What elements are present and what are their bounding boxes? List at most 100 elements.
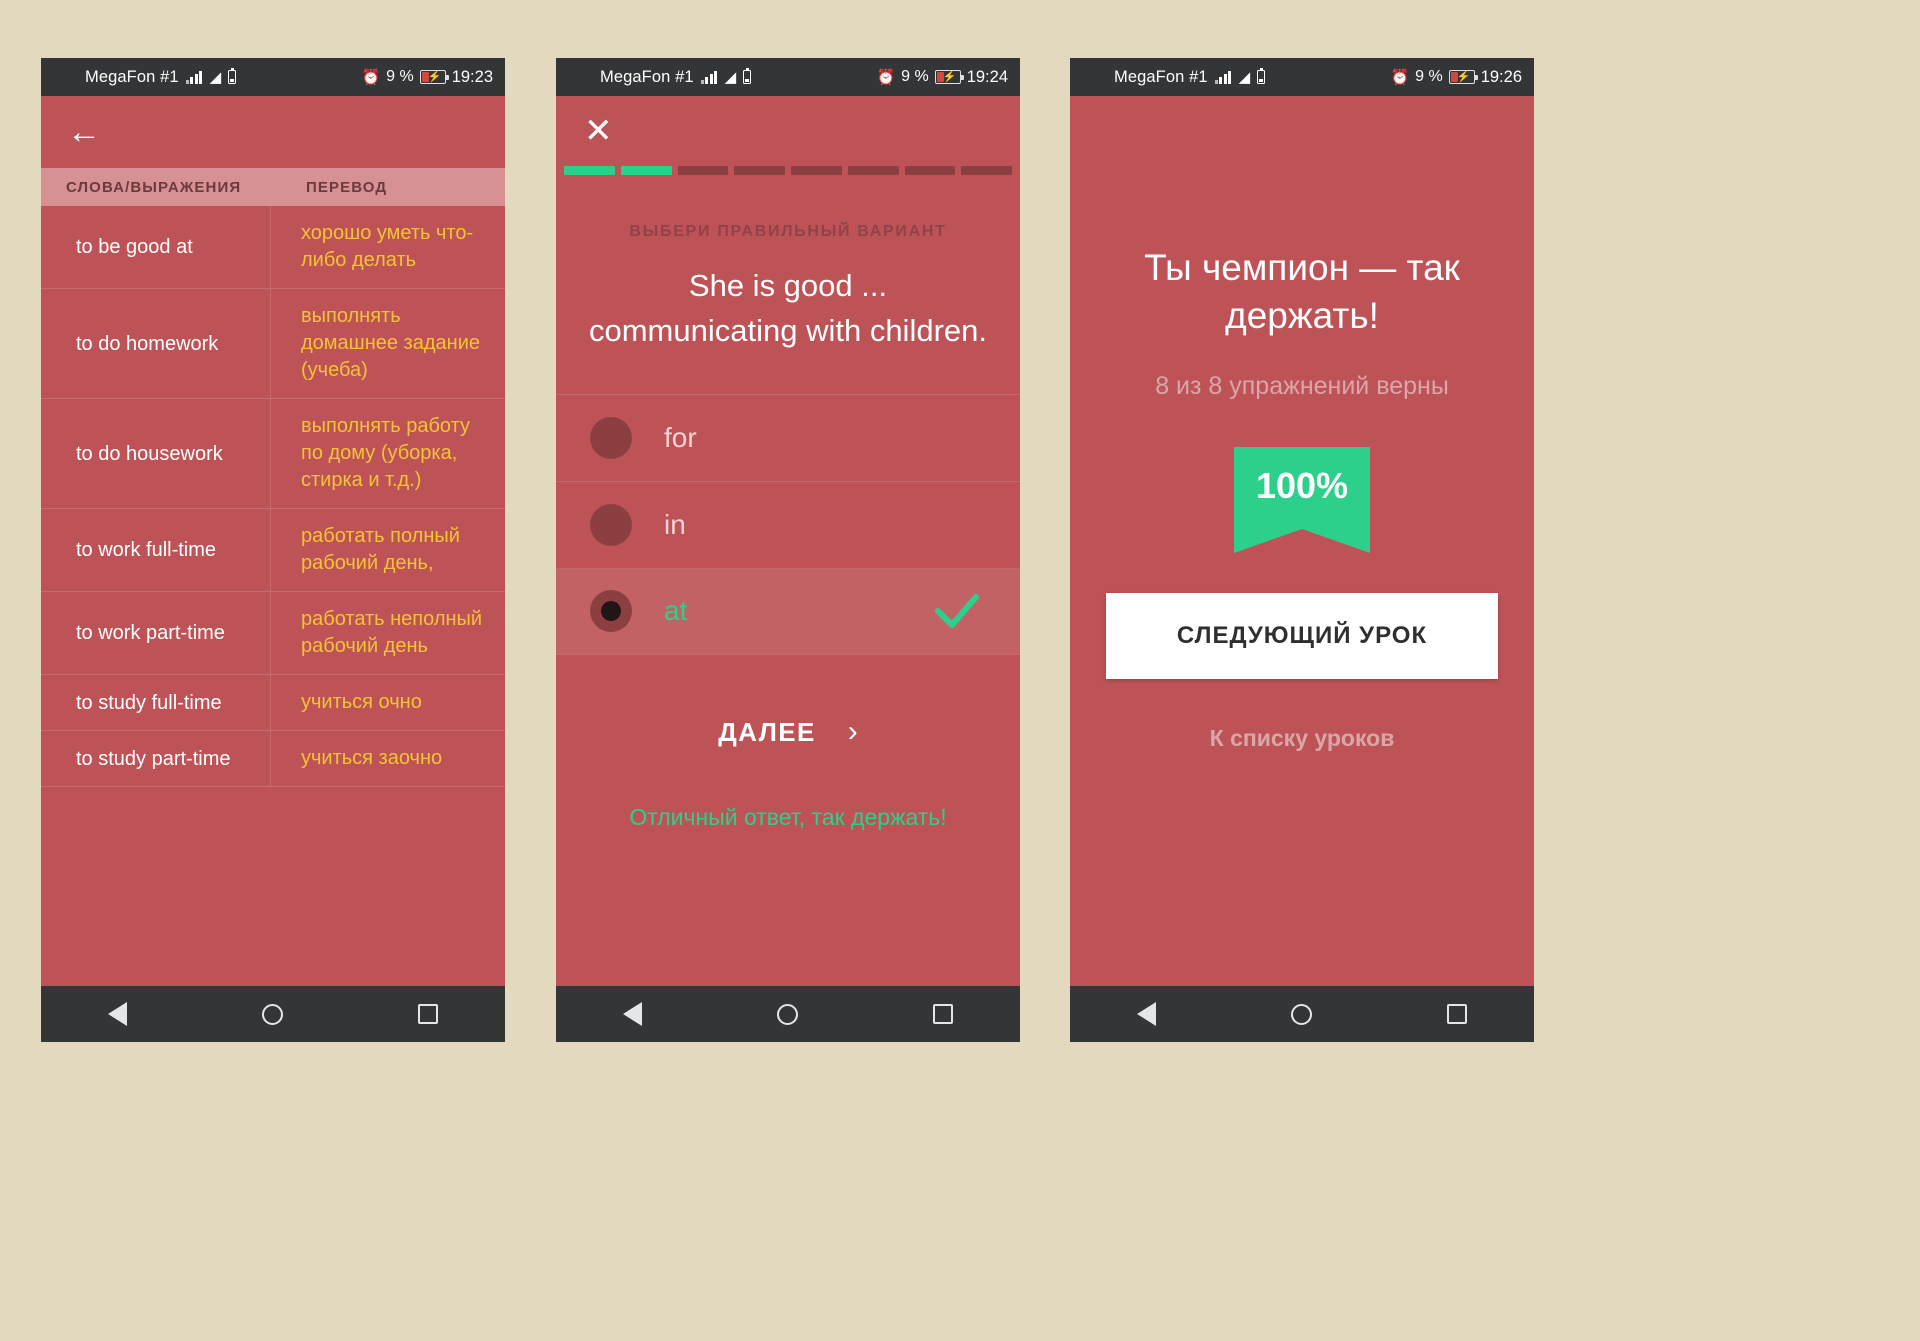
app-bar: ← [41,96,505,168]
radio-button-icon[interactable] [590,503,632,546]
translation-cell: работать полный рабочий день, [301,525,460,574]
status-bar: MegaFon #1 ◢ ⏰ 9 % ⚡ 19:26 [1070,58,1534,96]
alarm-icon: ⏰ [1390,68,1410,86]
table-row[interactable]: to work part-time работать неполный рабо… [41,592,505,675]
translation-cell: выполнять работу по дому (уборка, стирка… [301,415,470,491]
table-row[interactable]: to study part-time учиться заочно [41,731,505,787]
quiz-instruction: ВЫБЕРИ ПРАВИЛЬНЫЙ ВАРИАНТ [629,223,947,240]
radio-button-icon[interactable] [590,416,632,459]
wifi-icon: ◢ [1238,68,1251,86]
option-label: at [664,595,688,626]
status-bar: MegaFon #1 ◢ ⏰ 9 % ⚡ 19:23 [41,58,505,96]
status-bar-right: ⏰ 9 % ⚡ 19:26 [1390,68,1522,87]
option-label: for [664,421,697,453]
status-bar-right: ⏰ 9 % ⚡ 19:23 [361,68,493,87]
battery-icon [743,68,752,84]
status-bar: MegaFon #1 ◢ ⏰ 9 % ⚡ 19:24 [556,58,1020,96]
progress-segment [677,166,729,175]
table-row[interactable]: to do housework выполнять работу по дому… [41,399,505,509]
battery-charging-icon: ⚡ [934,70,964,84]
next-button-label: ДАЛЕЕ [718,716,816,747]
alarm-icon: ⏰ [361,68,381,86]
quiz-question-text: She is good ... communicating with child… [588,268,987,349]
table-row[interactable]: to do homework выполнять домашнее задани… [41,289,505,399]
close-x-icon[interactable]: ✕ [584,114,613,148]
signal-icon [185,70,203,84]
column-header-words: СЛОВА/ВЫРАЖЕНИЯ [66,178,242,196]
wifi-icon: ◢ [209,68,222,86]
result-subtitle: 8 из 8 упражнений верны [1155,372,1449,401]
carrier-label: MegaFon #1 [1114,67,1208,86]
checkmark-icon [934,588,980,634]
progress-segment [847,166,899,175]
result-title: Ты чемпион — так держать! [1144,247,1460,337]
word-cell: to do homework [41,289,271,398]
result-content: Ты чемпион — так держать! 8 из 8 упражне… [1070,244,1534,752]
android-nav-bar [556,986,1020,1042]
progress-segment [734,166,785,175]
word-cell: to study part-time [41,731,271,786]
option-label: in [664,508,686,540]
translation-cell: работать неполный рабочий день [301,608,483,657]
word-table-body: to be good at хорошо уметь что-либо дела… [41,206,505,787]
home-circle-icon[interactable] [776,1003,798,1025]
translation-cell: учиться заочно [301,747,443,769]
radio-button-icon[interactable] [590,590,632,632]
quiz-options-list: for in at [556,393,1020,655]
word-cell: to work part-time [41,592,271,674]
recents-square-icon[interactable] [1446,1004,1467,1024]
progress-segment [791,166,842,175]
carrier-label: MegaFon #1 [85,67,179,86]
wifi-icon: ◢ [724,68,737,86]
progress-segment [620,166,672,175]
table-row[interactable]: to study full-time учиться очно [41,675,505,731]
recents-square-icon[interactable] [417,1004,438,1024]
lessons-list-link[interactable]: К списку уроков [1104,725,1500,752]
answer-feedback-text: Отличный ответ, так держать! [629,803,947,830]
signal-icon [700,70,718,84]
home-circle-icon[interactable] [1290,1003,1312,1025]
battery-percent-label: 9 % [1415,68,1443,85]
recents-square-icon[interactable] [932,1004,953,1024]
progress-segment [961,166,1012,175]
status-bar-left: MegaFon #1 ◢ [53,67,237,87]
battery-percent-label: 9 % [901,68,929,85]
carrier-label: MegaFon #1 [600,67,694,86]
phone-2-quiz: MegaFon #1 ◢ ⏰ 9 % ⚡ 19:24 ✕ ВЫБЕРИ ПРАВ… [556,58,1020,1042]
home-circle-icon[interactable] [261,1003,283,1025]
word-cell: to do housework [41,399,271,508]
quiz-progress-bar [556,166,1020,175]
phone-1-word-list: MegaFon #1 ◢ ⏰ 9 % ⚡ 19:23 ← СЛОВА/ВЫРАЖ… [41,58,505,1042]
phone-3-screen: Ты чемпион — так держать! 8 из 8 упражне… [1070,96,1534,986]
score-badge: 100% [1234,447,1370,554]
battery-icon [1257,68,1266,84]
back-triangle-icon[interactable] [1137,1002,1157,1026]
phone-3-result: MegaFon #1 ◢ ⏰ 9 % ⚡ 19:26 Ты чемпион — … [1070,58,1534,1042]
chevron-right-icon: › [847,715,858,748]
translation-cell: хорошо уметь что-либо делать [301,222,474,271]
quiz-option-for[interactable]: for [556,393,1020,481]
table-row[interactable]: to be good at хорошо уметь что-либо дела… [41,206,505,289]
back-triangle-icon[interactable] [623,1002,643,1026]
table-row[interactable]: to work full-time работать полный рабочи… [41,509,505,592]
signal-icon [1214,70,1232,84]
phone-1-screen: ← СЛОВА/ВЫРАЖЕНИЯ ПЕРЕВОД to be good at … [41,96,505,986]
quiz-app-bar: ✕ [556,96,1020,166]
battery-charging-icon: ⚡ [419,70,449,84]
next-lesson-button[interactable]: СЛЕДУЮЩИЙ УРОК [1106,593,1498,680]
quiz-option-in[interactable]: in [556,480,1020,568]
next-button[interactable]: ДАЛЕЕ › [556,717,1020,748]
clock-label: 19:24 [966,67,1008,86]
quiz-option-at[interactable]: at [556,567,1020,655]
table-header-row: СЛОВА/ВЫРАЖЕНИЯ ПЕРЕВОД [41,168,505,206]
screenshot-canvas: MegaFon #1 ◢ ⏰ 9 % ⚡ 19:23 ← СЛОВА/ВЫРАЖ… [0,0,1920,1341]
battery-percent-label: 9 % [386,68,414,85]
word-cell: to study full-time [41,675,271,730]
translation-cell: выполнять домашнее задание (учеба) [301,305,480,381]
score-badge-wrapper: 100% [1104,447,1500,554]
battery-charging-icon: ⚡ [1448,70,1478,84]
word-cell: to be good at [41,206,271,288]
word-cell: to work full-time [41,509,271,591]
back-triangle-icon[interactable] [108,1002,128,1026]
back-arrow-icon[interactable]: ← [67,115,101,149]
